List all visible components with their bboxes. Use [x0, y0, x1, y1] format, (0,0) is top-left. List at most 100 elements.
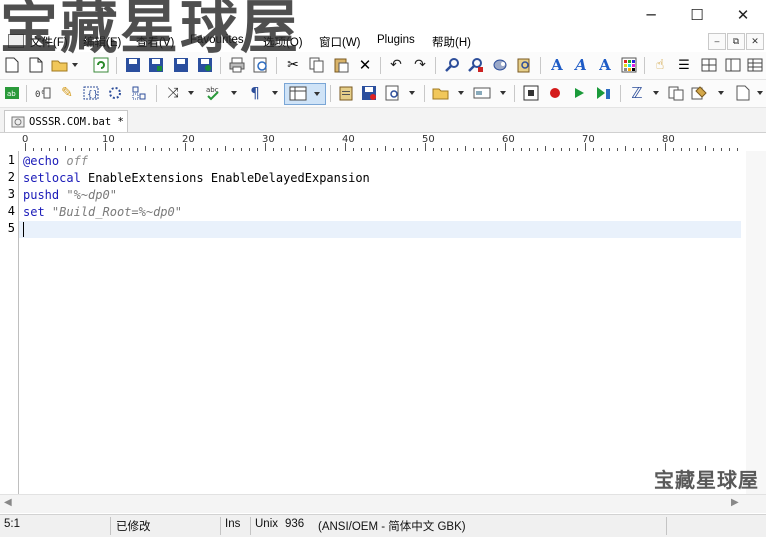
column-select-button[interactable] — [130, 84, 148, 102]
status-line-ending[interactable]: Unix — [255, 518, 278, 530]
ruler-tick — [665, 143, 666, 151]
status-codepage[interactable]: 936 — [285, 518, 304, 530]
undo-button[interactable]: ↶ — [387, 56, 405, 74]
copy-button[interactable] — [308, 56, 326, 74]
mdi-restore-button[interactable]: ⧉ — [727, 33, 745, 50]
pilcrow-dropdown-icon[interactable] — [272, 91, 278, 95]
macro-play-multi-button[interactable] — [594, 84, 612, 102]
counter-button[interactable]: 0⁰ — [34, 84, 52, 102]
svg-text:ab: ab — [7, 90, 16, 98]
open-dropdown-icon[interactable] — [72, 63, 78, 67]
watermark-overlay: 宝藏星球屋 — [0, 0, 301, 61]
spellcheck-dropdown-icon[interactable] — [231, 91, 237, 95]
close-button[interactable]: ✕ — [720, 0, 766, 30]
font-button[interactable]: A — [548, 56, 566, 74]
project-dropdown-icon[interactable] — [718, 91, 724, 95]
mdi-minimize-button[interactable]: ‒ — [708, 33, 726, 50]
column-icon — [132, 86, 146, 100]
redo-button[interactable]: ↷ — [411, 56, 429, 74]
page-icon — [736, 85, 750, 101]
scroll-right-icon[interactable]: ▶ — [731, 497, 739, 508]
hand-button[interactable]: ☝ — [651, 56, 669, 74]
record-icon — [550, 88, 560, 98]
folder-dropdown-icon[interactable] — [458, 91, 464, 95]
refresh-dots-icon — [109, 87, 121, 99]
merge-button[interactable]: ⤨ — [164, 84, 182, 102]
save-macro-button[interactable] — [360, 84, 378, 102]
merge-dropdown-icon[interactable] — [188, 91, 194, 95]
shell-button[interactable]: ab — [3, 84, 21, 102]
macro-play-button[interactable] — [570, 84, 588, 102]
browse-folder-button[interactable] — [432, 84, 450, 102]
ruler-label: 10 — [102, 134, 115, 145]
script-icon: ℤ — [631, 84, 643, 102]
document-tab-label: OSSSR.COM.bat * — [29, 115, 124, 128]
find-in-files-button[interactable] — [467, 56, 485, 74]
document-tab-bar: OSSSR.COM.bat * — [0, 108, 766, 133]
page-dropdown-icon[interactable] — [757, 91, 763, 95]
text-editor[interactable]: @echo off setlocal EnableExtensions Enabl… — [19, 151, 746, 494]
minimize-button[interactable]: ─ — [628, 0, 674, 30]
maximize-button[interactable]: ☐ — [674, 0, 720, 30]
layout-vertical-button[interactable] — [724, 56, 742, 74]
font-a-blue-icon: A — [551, 56, 563, 74]
undo-icon: ↶ — [390, 57, 402, 73]
find-button[interactable] — [443, 56, 461, 74]
bracket-button[interactable]: {} — [82, 84, 100, 102]
ftp-dropdown-icon[interactable] — [500, 91, 506, 95]
vertical-scrollbar[interactable] — [746, 151, 766, 494]
zoom-button[interactable] — [384, 84, 402, 102]
ruler-label: 20 — [182, 134, 195, 145]
code-line: pushd "%~dp0" — [23, 187, 117, 204]
pencil-button[interactable]: ✎ — [58, 84, 76, 102]
mdi-close-button[interactable]: ✕ — [746, 33, 764, 50]
macro-stop-button[interactable] — [522, 84, 540, 102]
menu-help[interactable]: 帮助(H) — [432, 34, 471, 50]
font-style-button[interactable]: A — [572, 56, 590, 74]
spellcheck-icon: abc — [206, 86, 219, 101]
close-icon: ✕ — [736, 6, 750, 24]
replace-button[interactable] — [491, 56, 509, 74]
delete-button[interactable]: ✕ — [356, 56, 374, 74]
status-insert-mode[interactable]: Ins — [225, 518, 240, 530]
copy-icon — [309, 57, 324, 73]
mdi-minimize-icon: ‒ — [714, 36, 720, 47]
save-macro-icon — [362, 86, 376, 100]
macro-record-button[interactable] — [546, 84, 564, 102]
menu-plugins[interactable]: Plugins — [377, 34, 415, 46]
page-button[interactable] — [734, 84, 752, 102]
code-token: pushd — [23, 188, 60, 202]
column-mode-button[interactable] — [284, 83, 326, 105]
project-button[interactable] — [691, 84, 709, 102]
code-line: @echo off — [23, 153, 88, 170]
pilcrow-button[interactable]: ¶ — [246, 84, 264, 102]
color-picker-button[interactable] — [620, 56, 638, 74]
scroll-left-icon[interactable]: ◀ — [4, 497, 12, 508]
clipboard-button[interactable] — [337, 84, 355, 102]
status-encoding[interactable]: (ANSI/OEM - 简体中文 GBK) — [318, 518, 466, 534]
find-replace-files-button[interactable] — [515, 56, 533, 74]
script-button[interactable]: ℤ — [628, 84, 646, 102]
code-token: off — [66, 154, 89, 168]
font-color-button[interactable]: A — [596, 56, 614, 74]
compare-button[interactable] — [667, 84, 685, 102]
zoom-dropdown-icon[interactable] — [409, 91, 415, 95]
script-dropdown-icon[interactable] — [653, 91, 659, 95]
ruler-tick — [25, 143, 26, 151]
paste-button[interactable] — [332, 56, 350, 74]
spellcheck-button[interactable]: abc — [205, 84, 223, 102]
horizontal-scrollbar[interactable]: ◀ ▶ — [0, 494, 766, 513]
menu-window[interactable]: 窗口(W) — [319, 34, 361, 50]
layout-grid-button[interactable] — [746, 56, 764, 74]
code-token: "Build_Root=%~dp0" — [51, 205, 182, 219]
layout-horizontal-button[interactable] — [700, 56, 718, 74]
ftp-button[interactable] — [473, 84, 491, 102]
ruler-tick — [265, 143, 266, 151]
font-a-color-icon: A — [599, 56, 611, 74]
list-button[interactable]: ☰ — [675, 56, 693, 74]
clipboard-icon — [339, 86, 353, 101]
document-tab[interactable]: OSSSR.COM.bat * — [4, 110, 128, 132]
code-line: setlocal EnableExtensions EnableDelayedE… — [23, 170, 370, 187]
refresh-dots-button[interactable] — [106, 84, 124, 102]
maximize-icon: ☐ — [690, 6, 704, 24]
